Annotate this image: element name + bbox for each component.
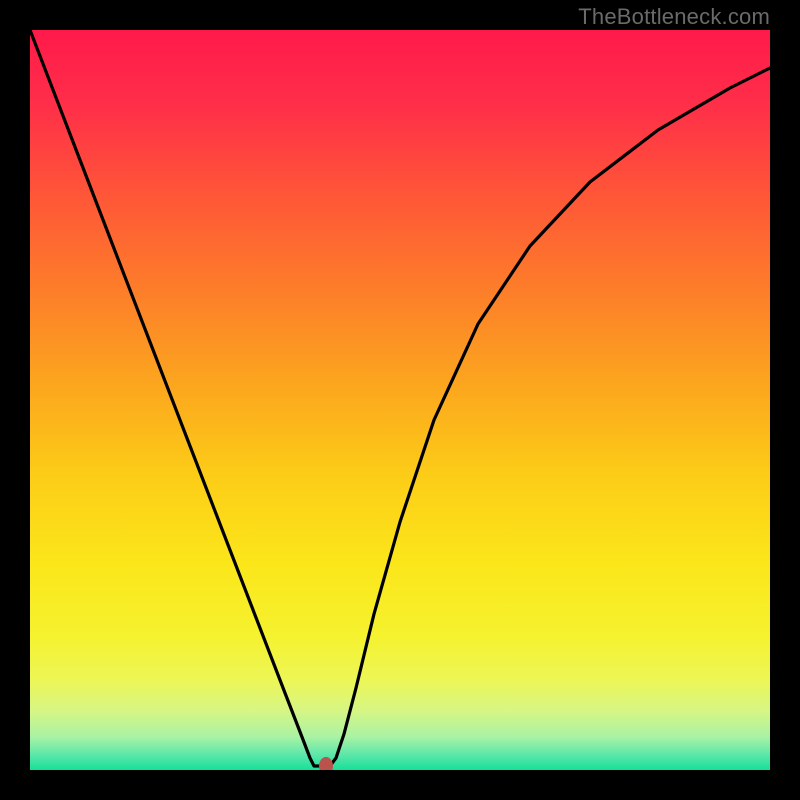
chart-frame: TheBottleneck.com xyxy=(0,0,800,800)
optimum-marker xyxy=(319,757,333,770)
plot-area xyxy=(30,30,770,770)
bottleneck-curve xyxy=(30,30,770,770)
watermark-label: TheBottleneck.com xyxy=(578,4,770,30)
